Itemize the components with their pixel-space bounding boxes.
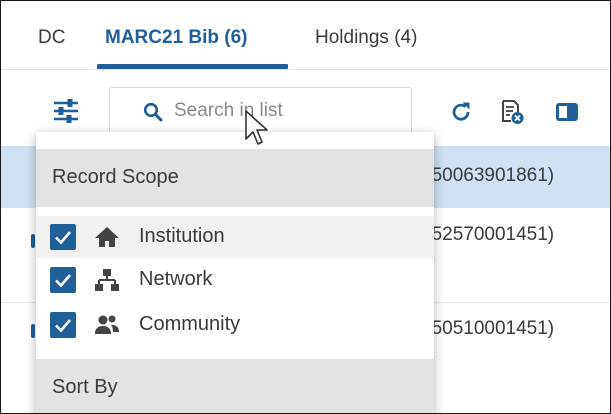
scope-option-network[interactable]: Network	[36, 259, 434, 301]
search-field[interactable]	[109, 87, 412, 135]
row-marker	[31, 234, 35, 248]
row-marker	[31, 324, 35, 338]
sort-by-header: Sort By	[36, 359, 434, 413]
search-results-pane: DC MARC21 Bib (6) Holdings (4) Search in…	[0, 0, 611, 414]
network-checkbox[interactable]	[50, 267, 76, 293]
tab-marc21-bib[interactable]: MARC21 Bib (6)	[105, 27, 248, 49]
filter-dropdown: Record Scope Institution Network Communi…	[36, 132, 434, 413]
list-item-id: 250510001451)	[421, 318, 555, 339]
filter-button[interactable]	[53, 99, 79, 123]
checkmark-icon	[55, 231, 71, 245]
record-scope-header: Record Scope	[36, 149, 434, 207]
refresh-icon[interactable]	[448, 99, 474, 125]
institution-label: Institution	[139, 225, 225, 247]
community-checkbox[interactable]	[50, 312, 76, 338]
scope-option-community[interactable]: Community	[36, 304, 434, 346]
tab-dc[interactable]: DC	[38, 27, 65, 49]
search-icon	[143, 102, 163, 122]
network-label: Network	[139, 268, 213, 290]
checkmark-icon	[55, 319, 71, 333]
home-icon	[95, 227, 119, 247]
list-clear-icon[interactable]	[499, 99, 525, 125]
scope-option-institution[interactable]: Institution	[36, 216, 434, 258]
list-item-id: 252570001451)	[421, 224, 555, 245]
filter-sliders-icon	[54, 99, 78, 123]
search-input[interactable]	[174, 97, 404, 125]
network-icon	[95, 269, 119, 291]
layout-toggle-icon[interactable]	[554, 99, 580, 125]
institution-checkbox[interactable]	[50, 224, 76, 250]
community-icon	[95, 315, 119, 334]
active-tab-indicator	[97, 64, 288, 69]
checkmark-icon	[55, 274, 71, 288]
tab-bar: DC MARC21 Bib (6) Holdings (4)	[1, 1, 610, 70]
community-label: Community	[139, 313, 241, 335]
tab-holdings[interactable]: Holdings (4)	[315, 27, 417, 49]
list-item-id: 550063901861)	[421, 165, 555, 186]
